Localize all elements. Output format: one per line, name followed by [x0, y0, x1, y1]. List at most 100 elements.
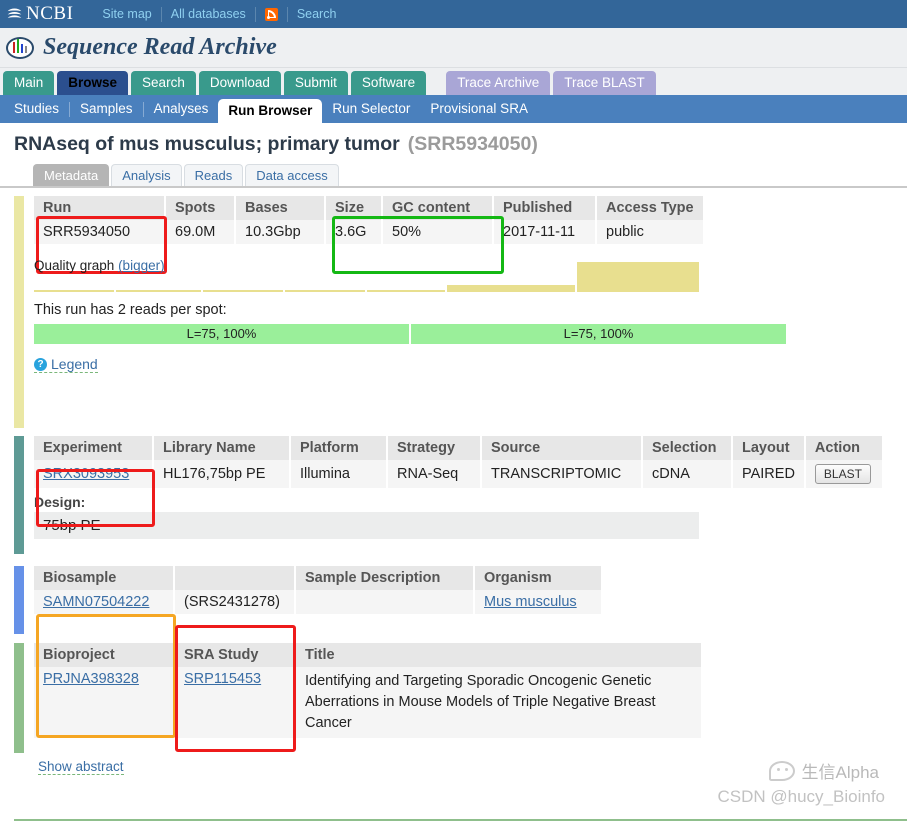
bioproject-block: Bioproject SRA Study Title PRJNA398328 S… [14, 643, 907, 753]
subnav-samples[interactable]: Samples [70, 95, 143, 123]
cell-source: TRANSCRIPTOMIC [481, 460, 643, 488]
tab-data-access[interactable]: Data access [245, 164, 339, 186]
sra-barchart-icon [6, 36, 34, 59]
col-bases: Bases [235, 196, 326, 220]
run-table: Run Spots Bases Size GC content Publishe… [34, 196, 705, 244]
search-link[interactable]: Search [288, 7, 346, 21]
tab-download[interactable]: Download [198, 71, 281, 95]
table-row: SRX3093953 HL176,75bp PE Illumina RNA-Se… [34, 460, 884, 488]
tab-reads[interactable]: Reads [183, 164, 244, 186]
tab-trace-archive[interactable]: Trace Archive [446, 71, 551, 95]
metadata-tab-row: Metadata Analysis Reads Data access [0, 164, 907, 188]
quality-graph-label: Quality graph (bigger) [34, 258, 165, 273]
col-platform: Platform [290, 436, 388, 460]
cell-sample-description [295, 590, 475, 614]
site-map-link[interactable]: Site map [93, 7, 160, 21]
tab-search[interactable]: Search [131, 71, 196, 95]
legend-label: Legend [51, 356, 98, 372]
cell-bases: 10.3Gbp [235, 220, 326, 244]
ncbi-logo[interactable]: NCBI [6, 3, 73, 25]
wechat-icon [768, 760, 795, 781]
tab-trace-blast[interactable]: Trace BLAST [553, 71, 656, 95]
experiment-accession-link[interactable]: SRX3093953 [43, 466, 129, 482]
experiment-block: Experiment Library Name Platform Strateg… [14, 436, 907, 554]
col-source: Source [481, 436, 643, 460]
legend-link[interactable]: ? Legend [34, 356, 98, 373]
cell-run: SRR5934050 [34, 220, 166, 244]
cell-experiment: SRX3093953 [34, 460, 154, 488]
cell-published: 2017-11-11 [493, 220, 597, 244]
tab-analysis[interactable]: Analysis [111, 164, 182, 186]
cell-organism: Mus musculus [474, 590, 603, 614]
design-value: 75bp PE [34, 512, 699, 539]
col-biosample-alt [174, 566, 296, 590]
reads-bars: L=75, 100% L=75, 100% [34, 324, 786, 344]
sra-study-accession-link[interactable]: SRP115453 [184, 671, 261, 687]
bottom-rule [14, 819, 907, 821]
page-accession: (SRR5934050) [407, 133, 538, 155]
ncbi-brand-text: NCBI [26, 3, 74, 24]
biosample-accession-link[interactable]: SAMN07504222 [43, 594, 149, 610]
tab-browse[interactable]: Browse [57, 71, 129, 95]
sra-title-band: Sequence Read Archive [0, 28, 907, 68]
biosample-block: Biosample Sample Description Organism SA… [14, 566, 907, 634]
subnav-studies[interactable]: Studies [4, 95, 69, 123]
cell-strategy: RNA-Seq [387, 460, 482, 488]
cell-srs-accession: (SRS2431278) [174, 590, 296, 614]
subnav-run-browser[interactable]: Run Browser [218, 99, 323, 123]
col-spots: Spots [165, 196, 236, 220]
question-mark-icon: ? [34, 357, 47, 371]
table-header-row: Experiment Library Name Platform Strateg… [34, 436, 884, 460]
blast-button[interactable]: BLAST [814, 464, 871, 484]
cell-platform: Illumina [290, 460, 388, 488]
tab-main[interactable]: Main [3, 71, 55, 95]
tab-submit[interactable]: Submit [283, 71, 348, 95]
cell-spots: 69.0M [165, 220, 236, 244]
cell-biosample: SAMN07504222 [34, 590, 175, 614]
table-row: SRR5934050 69.0M 10.3Gbp 3.6G 50% 2017-1… [34, 220, 705, 244]
sra-title: Sequence Read Archive [43, 34, 277, 60]
col-library-name: Library Name [153, 436, 291, 460]
page-title-text: RNAseq of mus musculus; primary tumor [14, 133, 400, 155]
col-size: Size [325, 196, 383, 220]
col-title: Title [295, 643, 703, 667]
watermark-alpha: 生信Alpha [768, 758, 879, 783]
design-label: Design: [34, 494, 86, 510]
col-run: Run [34, 196, 166, 220]
subnav-analyses[interactable]: Analyses [144, 95, 219, 123]
show-abstract-link[interactable]: Show abstract [38, 759, 124, 775]
cell-size: 3.6G [325, 220, 383, 244]
organism-link[interactable]: Mus musculus [484, 594, 577, 610]
biosample-table: Biosample Sample Description Organism SA… [34, 566, 603, 614]
rss-icon[interactable] [264, 7, 278, 21]
cell-access-type: public [596, 220, 705, 244]
sub-nav-bar: Studies Samples Analyses Run Browser Run… [0, 95, 907, 123]
table-header-row: Bioproject SRA Study Title [34, 643, 703, 667]
col-bioproject: Bioproject [34, 643, 175, 667]
cell-gc-content: 50% [382, 220, 494, 244]
col-gc-content: GC content [382, 196, 494, 220]
bioproject-table: Bioproject SRA Study Title PRJNA398328 S… [34, 643, 703, 739]
cell-sra-study: SRP115453 [174, 667, 296, 739]
bioproject-accession-link[interactable]: PRJNA398328 [43, 671, 139, 687]
table-header-row: Biosample Sample Description Organism [34, 566, 603, 590]
ncbi-swirl-icon [6, 6, 23, 23]
subnav-run-selector[interactable]: Run Selector [322, 95, 420, 123]
tab-metadata[interactable]: Metadata [33, 164, 110, 186]
divider [254, 6, 256, 22]
read-bar-2: L=75, 100% [411, 324, 786, 344]
col-published: Published [493, 196, 597, 220]
quality-graph-bigger-link[interactable]: (bigger) [118, 258, 165, 273]
ncbi-top-bar: NCBI Site map All databases Search [0, 0, 907, 28]
tab-software[interactable]: Software [350, 71, 427, 95]
run-stripe [14, 196, 24, 428]
col-sample-description: Sample Description [295, 566, 475, 590]
cell-action: BLAST [804, 460, 884, 488]
cell-library-name: HL176,75bp PE [153, 460, 291, 488]
cell-bioproject: PRJNA398328 [34, 667, 175, 739]
watermark-csdn: CSDN @hucy_Bioinfo [717, 787, 886, 806]
subnav-provisional-sra[interactable]: Provisional SRA [420, 95, 538, 123]
col-layout: Layout [732, 436, 806, 460]
table-row: SAMN07504222 (SRS2431278) Mus musculus [34, 590, 603, 614]
all-databases-link[interactable]: All databases [162, 7, 255, 21]
